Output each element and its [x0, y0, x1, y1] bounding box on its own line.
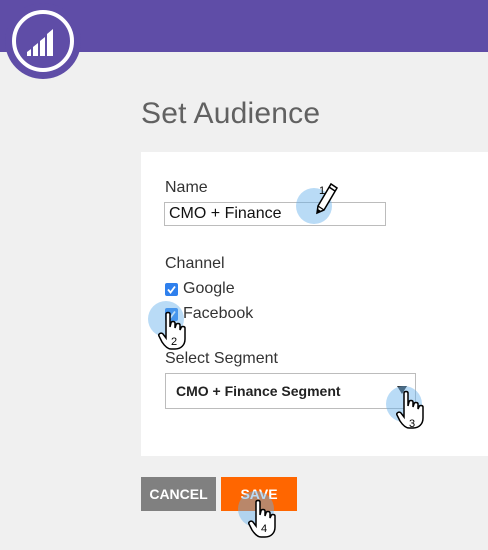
- segment-label: Select Segment: [165, 350, 278, 367]
- checkmark-icon: [167, 285, 176, 294]
- cancel-button[interactable]: CANCEL: [141, 477, 216, 511]
- step-1-number: 1: [319, 185, 326, 197]
- page-title: Set Audience: [141, 97, 321, 130]
- step-2-number: 2: [171, 336, 178, 348]
- segment-selected-value: CMO + Finance Segment: [176, 383, 341, 399]
- google-checkbox[interactable]: [165, 283, 178, 296]
- pencil-icon: [316, 182, 339, 215]
- segment-select[interactable]: CMO + Finance Segment: [165, 373, 416, 409]
- step-4-number: 4: [261, 523, 268, 535]
- facebook-label: Facebook: [183, 305, 254, 322]
- name-input[interactable]: [164, 202, 386, 226]
- name-label: Name: [165, 179, 208, 196]
- google-label: Google: [183, 280, 235, 297]
- marketo-logo-icon[interactable]: [5, 3, 81, 79]
- channel-label: Channel: [165, 255, 225, 272]
- step-3-number: 3: [409, 418, 416, 430]
